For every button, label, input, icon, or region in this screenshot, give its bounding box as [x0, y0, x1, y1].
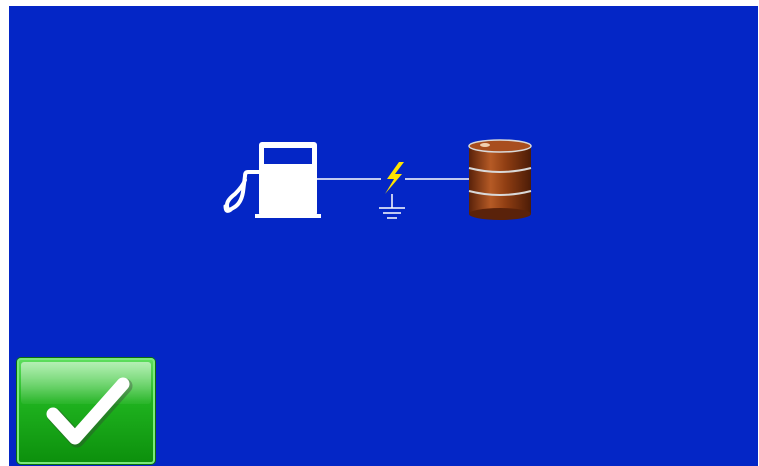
oil-drum-icon: [468, 139, 532, 220]
grounding-diagram: [215, 130, 545, 230]
app-frame: [0, 0, 759, 466]
fuel-pump-icon: [223, 142, 321, 218]
checkmark-icon: [46, 377, 133, 448]
grounding-diagram-graphic: [223, 139, 532, 220]
static-ground-icon: [379, 162, 405, 219]
confirm-button[interactable]: [17, 358, 155, 464]
